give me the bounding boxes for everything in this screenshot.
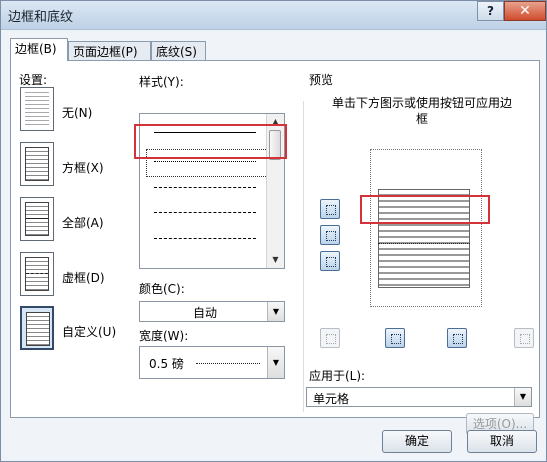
border-bottom-icon[interactable] [320, 251, 340, 271]
diagonal-up-icon[interactable] [320, 328, 340, 348]
preview-label: 预览 [309, 73, 334, 87]
borders-panel: 设置: 无(N) 方框(X) 全部(A) 虚框(D) 自定义(U) 样式(Y):… [10, 60, 540, 435]
color-label: 颜色(C): [139, 282, 185, 296]
style-dash-dot[interactable] [154, 238, 256, 239]
tab-borders[interactable]: 边框(B) [10, 38, 68, 61]
cancel-button[interactable]: 取消 [467, 430, 537, 453]
chevron-down-icon[interactable]: ▼ [514, 388, 531, 406]
chevron-down-icon[interactable]: ▼ [267, 347, 284, 378]
border-inside-vertical-icon[interactable] [447, 328, 467, 348]
borders-shading-dialog: 边框和底纹 ? ✕ 边框(B) 页面边框(P) 底纹(S) 设置: 无(N) 方… [0, 0, 547, 462]
setting-custom-label[interactable]: 自定义(U) [62, 323, 116, 340]
width-label: 宽度(W): [139, 329, 189, 343]
settings-label: 设置: [19, 73, 48, 87]
width-dropdown[interactable]: 0.5 磅 ▼ [139, 346, 285, 379]
setting-grid-icon[interactable] [20, 252, 54, 296]
setting-none-label[interactable]: 无(N) [62, 104, 92, 121]
page-box-icon [25, 147, 49, 181]
setting-box-icon[interactable] [20, 142, 54, 186]
page-none-icon [25, 92, 49, 126]
border-inside-horizontal-icon[interactable] [320, 225, 340, 245]
setting-none-icon[interactable] [20, 87, 54, 131]
apply-to-label: 应用于(L): [309, 369, 366, 383]
ok-button[interactable]: 确定 [382, 430, 452, 453]
style-small-dash[interactable] [154, 187, 256, 188]
preview-hint: 单击下方图示或使用按钮可应用边框 [331, 96, 512, 126]
setting-all-label[interactable]: 全部(A) [62, 214, 104, 231]
page-all-icon [25, 202, 49, 236]
scroll-down-icon[interactable]: ▼ [267, 252, 284, 268]
apply-to-value: 单元格 [313, 392, 350, 406]
color-dropdown[interactable]: 自动 ▼ [139, 301, 285, 322]
color-value: 自动 [193, 306, 218, 320]
apply-to-dropdown[interactable]: 单元格 ▼ [306, 387, 532, 407]
page-grid-icon [25, 257, 49, 291]
diagonal-down-icon[interactable] [514, 328, 534, 348]
setting-all-icon[interactable] [20, 197, 54, 241]
border-top-icon[interactable] [320, 199, 340, 219]
highlight-preview-inside-border [360, 195, 490, 224]
border-left-icon[interactable] [385, 328, 405, 348]
tab-shading[interactable]: 底纹(S) [151, 41, 206, 60]
width-line-preview [196, 363, 260, 364]
chevron-down-icon[interactable]: ▼ [267, 302, 284, 321]
help-button[interactable]: ? [477, 1, 504, 21]
title-bar: 边框和底纹 ? ✕ [1, 1, 546, 30]
setting-custom-icon[interactable] [20, 306, 54, 350]
preview-inside-border [378, 243, 470, 244]
tab-page-border[interactable]: 页面边框(P) [68, 41, 151, 60]
setting-grid-label[interactable]: 虚框(D) [62, 269, 105, 286]
setting-box-label[interactable]: 方框(X) [62, 159, 104, 176]
style-dash[interactable] [154, 212, 256, 213]
page-custom-icon [26, 312, 50, 346]
dialog-title: 边框和底纹 [8, 10, 74, 25]
close-button[interactable]: ✕ [504, 1, 546, 21]
dialog-content: 边框(B) 页面边框(P) 底纹(S) 设置: 无(N) 方框(X) 全部(A)… [5, 34, 543, 458]
width-value: 0.5 磅 [149, 357, 184, 371]
style-label: 样式(Y): [139, 75, 184, 89]
highlight-selected-style [134, 124, 287, 159]
